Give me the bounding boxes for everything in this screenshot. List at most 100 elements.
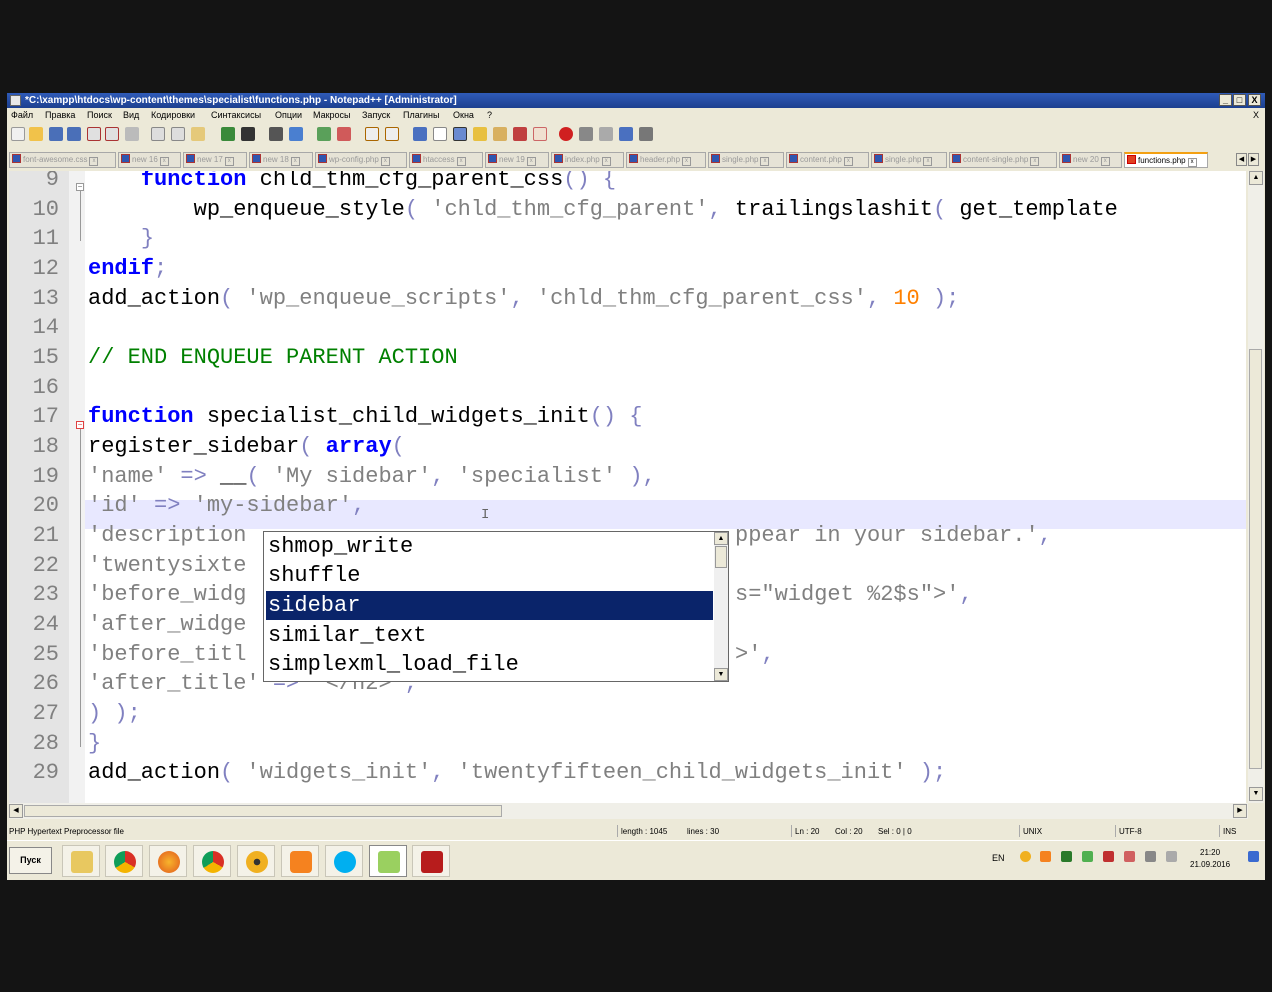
- tab-new-18[interactable]: new 18 x: [249, 152, 313, 168]
- menu-search[interactable]: Поиск: [87, 108, 112, 123]
- show-desktop-icon[interactable]: [1248, 851, 1259, 862]
- menu-edit[interactable]: Правка: [45, 108, 75, 123]
- paste-icon[interactable]: [191, 127, 205, 141]
- zoom-out-icon[interactable]: [337, 127, 351, 141]
- tray-volume-icon[interactable]: [1166, 851, 1177, 862]
- taskbar-skype[interactable]: [325, 845, 363, 877]
- menu-help[interactable]: ?: [487, 108, 492, 123]
- scroll-right-icon[interactable]: ▶: [1233, 804, 1247, 818]
- menu-macros[interactable]: Макросы: [313, 108, 351, 123]
- tab-close-icon[interactable]: x: [380, 157, 390, 166]
- tray-network-icon[interactable]: [1145, 851, 1156, 862]
- horizontal-scroll-thumb[interactable]: [24, 805, 502, 817]
- tray-flag-icon[interactable]: [1124, 851, 1135, 862]
- maximize-button[interactable]: □: [1233, 94, 1246, 106]
- zoom-in-icon[interactable]: [317, 127, 331, 141]
- tab-close-icon[interactable]: x: [1030, 157, 1040, 166]
- language-indicator[interactable]: EN: [992, 853, 1005, 863]
- tab-content-php[interactable]: content.php x: [786, 152, 869, 168]
- menu-options[interactable]: Опции: [275, 108, 302, 123]
- tab-single-php-2[interactable]: single.php x: [871, 152, 947, 168]
- tab-new-19[interactable]: new 19 x: [485, 152, 549, 168]
- new-file-icon[interactable]: [11, 127, 25, 141]
- tab-new-17[interactable]: new 17 x: [183, 152, 247, 168]
- tab-font-awesome-css[interactable]: font-awesome.css x: [9, 152, 116, 168]
- menu-close-doc[interactable]: X: [1253, 108, 1259, 123]
- doc-map-icon[interactable]: [493, 127, 507, 141]
- tab-close-icon[interactable]: x: [923, 157, 933, 166]
- undo-icon[interactable]: [221, 127, 235, 141]
- tab-close-icon[interactable]: x: [601, 157, 611, 166]
- tray-nvidia-icon[interactable]: [1061, 851, 1072, 862]
- tab-functions-php[interactable]: functions.php x: [1124, 152, 1208, 168]
- taskbar-chrome[interactable]: [105, 845, 143, 877]
- scroll-down-icon[interactable]: ▼: [714, 668, 728, 681]
- taskbar-flower-app[interactable]: [237, 845, 275, 877]
- tray-acrobat-icon[interactable]: [1103, 851, 1114, 862]
- menu-syntax[interactable]: Синтаксисы: [211, 108, 261, 123]
- close-file-icon[interactable]: [87, 127, 101, 141]
- vertical-scroll-thumb[interactable]: [1249, 349, 1262, 769]
- tab-content-single-php[interactable]: content-single.php x: [949, 152, 1057, 168]
- stop-macro-icon[interactable]: [579, 127, 593, 141]
- open-file-icon[interactable]: [29, 127, 43, 141]
- menu-view[interactable]: Вид: [123, 108, 139, 123]
- tab-close-icon[interactable]: x: [89, 157, 99, 166]
- folder-workspace-icon[interactable]: [533, 127, 547, 141]
- menu-encoding[interactable]: Кодировки: [151, 108, 195, 123]
- autocomplete-scroll-thumb[interactable]: [715, 546, 727, 568]
- taskbar-explorer[interactable]: [62, 845, 100, 877]
- taskbar-notepadpp[interactable]: [369, 845, 407, 877]
- scroll-up-icon[interactable]: ▲: [1249, 171, 1263, 185]
- autocomplete-item-selected[interactable]: sidebar: [266, 591, 713, 620]
- scroll-down-icon[interactable]: ▼: [1249, 787, 1263, 801]
- tab-new-20[interactable]: new 20 x: [1059, 152, 1122, 168]
- minimize-button[interactable]: _: [1219, 94, 1232, 106]
- tray-xampp-icon[interactable]: [1040, 851, 1051, 862]
- menu-plugins[interactable]: Плагины: [403, 108, 439, 123]
- copy-icon[interactable]: [171, 127, 185, 141]
- status-insert-mode[interactable]: INS: [1223, 825, 1236, 839]
- autocomplete-scrollbar[interactable]: ▲ ▼: [714, 532, 728, 681]
- tab-close-icon[interactable]: x: [1100, 157, 1110, 166]
- show-all-chars-icon[interactable]: [433, 127, 447, 141]
- taskbar-acrobat[interactable]: [412, 845, 450, 877]
- start-button[interactable]: Пуск: [9, 847, 52, 874]
- taskbar-firefox[interactable]: [149, 845, 187, 877]
- horizontal-scrollbar[interactable]: ◀ ▶: [9, 803, 1248, 819]
- autocomplete-item[interactable]: similar_text: [266, 621, 713, 650]
- tab-index-php[interactable]: index.php x: [551, 152, 624, 168]
- tab-close-icon[interactable]: x: [760, 157, 770, 166]
- close-button[interactable]: X: [1248, 94, 1261, 106]
- save-all-icon[interactable]: [67, 127, 81, 141]
- title-bar[interactable]: *C:\xampp\htdocs\wp-content\themes\speci…: [7, 93, 1265, 108]
- tab-close-icon[interactable]: x: [1187, 158, 1197, 167]
- replace-icon[interactable]: [289, 127, 303, 141]
- indent-guide-icon[interactable]: [453, 127, 467, 141]
- save-icon[interactable]: [49, 127, 63, 141]
- tab-close-icon[interactable]: x: [290, 157, 300, 166]
- menu-run[interactable]: Запуск: [362, 108, 390, 123]
- function-list-icon[interactable]: [513, 127, 527, 141]
- tab-single-php[interactable]: single.php x: [708, 152, 784, 168]
- system-clock[interactable]: 21:20 21.09.2016: [1190, 847, 1230, 871]
- status-eol[interactable]: UNIX: [1023, 825, 1042, 839]
- autocomplete-item[interactable]: shmop_write: [266, 532, 713, 561]
- find-icon[interactable]: [269, 127, 283, 141]
- tab-close-icon[interactable]: x: [456, 157, 466, 166]
- scroll-up-icon[interactable]: ▲: [714, 532, 728, 545]
- menu-file[interactable]: Файл: [11, 108, 33, 123]
- status-encoding[interactable]: UTF-8: [1119, 825, 1142, 839]
- fold-collapse-icon[interactable]: −: [76, 183, 84, 191]
- tray-flower-icon[interactable]: [1020, 851, 1031, 862]
- tab-close-icon[interactable]: x: [159, 157, 169, 166]
- close-all-icon[interactable]: [105, 127, 119, 141]
- sync-h-icon[interactable]: [385, 127, 399, 141]
- tab-close-icon[interactable]: x: [682, 157, 692, 166]
- vertical-scrollbar[interactable]: ▲ ▼: [1248, 171, 1264, 803]
- print-icon[interactable]: [125, 127, 139, 141]
- tab-close-icon[interactable]: x: [843, 157, 853, 166]
- save-macro-icon[interactable]: [639, 127, 653, 141]
- run-macro-multiple-icon[interactable]: [619, 127, 633, 141]
- scroll-left-icon[interactable]: ◀: [9, 804, 23, 818]
